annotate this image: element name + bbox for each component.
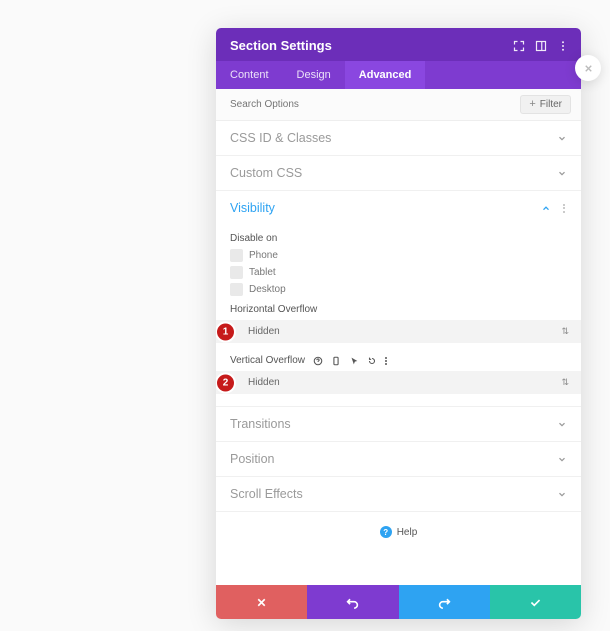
- group-head-position[interactable]: Position: [216, 442, 581, 476]
- vertical-overflow-label: Vertical Overflow: [230, 355, 305, 366]
- chevron-up-icon: [541, 203, 551, 213]
- redo-button[interactable]: [399, 585, 490, 619]
- disable-on-options: Phone Tablet Desktop: [230, 249, 567, 296]
- close-modal-button[interactable]: [575, 55, 601, 81]
- close-icon: [255, 596, 268, 609]
- group-head-visibility[interactable]: Visibility: [216, 191, 581, 225]
- expand-icon[interactable]: [513, 40, 525, 52]
- vertical-overflow-row: 2 Hidden ⇅: [216, 371, 581, 394]
- title-row: Section Settings: [216, 28, 581, 61]
- tab-content[interactable]: Content: [216, 61, 283, 89]
- group-css-id: CSS ID & Classes: [216, 121, 581, 156]
- settings-modal: Section Settings Content Design Advanced…: [216, 28, 581, 619]
- device-icon[interactable]: [331, 356, 341, 366]
- group-visibility: Visibility Disable on Phone Tablet Deskt…: [216, 191, 581, 407]
- group-name: Visibility: [230, 201, 275, 215]
- group-head-custom-css[interactable]: Custom CSS: [216, 156, 581, 190]
- callout-1: 1: [217, 323, 234, 340]
- filter-label: Filter: [540, 99, 562, 110]
- group-name: Transitions: [230, 417, 291, 431]
- visibility-body: Disable on Phone Tablet Desktop Horizont…: [216, 225, 581, 406]
- horizontal-overflow-select[interactable]: Hidden ⇅: [216, 320, 581, 343]
- tab-design[interactable]: Design: [283, 61, 345, 89]
- more-icon[interactable]: [557, 40, 569, 52]
- group-scroll-effects: Scroll Effects: [216, 477, 581, 512]
- search-input[interactable]: [230, 99, 520, 110]
- modal-body: CSS ID & Classes Custom CSS Visibility D…: [216, 121, 581, 585]
- filter-button[interactable]: + Filter: [520, 95, 571, 114]
- check-tablet[interactable]: Tablet: [230, 266, 567, 279]
- modal-header: Section Settings Content Design Advanced: [216, 28, 581, 89]
- options-toolbar: + Filter: [216, 89, 581, 121]
- group-position: Position: [216, 442, 581, 477]
- disable-on-label: Disable on: [230, 233, 567, 244]
- group-head-scroll-effects[interactable]: Scroll Effects: [216, 477, 581, 511]
- vertical-overflow-label-row: Vertical Overflow: [230, 355, 567, 366]
- callout-2: 2: [217, 374, 234, 391]
- kebab-icon[interactable]: [563, 204, 567, 213]
- select-value: Hidden: [248, 326, 280, 337]
- check-desktop[interactable]: Desktop: [230, 283, 567, 296]
- kebab-icon[interactable]: [385, 357, 387, 365]
- plus-icon: +: [529, 99, 535, 110]
- chevron-down-icon: [557, 133, 567, 143]
- checkbox-icon: [230, 249, 243, 262]
- tab-advanced[interactable]: Advanced: [345, 61, 426, 89]
- check-icon: [529, 596, 542, 609]
- help-label: Help: [397, 527, 418, 538]
- group-head-css-id[interactable]: CSS ID & Classes: [216, 121, 581, 155]
- check-phone[interactable]: Phone: [230, 249, 567, 262]
- group-transitions: Transitions: [216, 407, 581, 442]
- title-actions: [513, 40, 569, 52]
- group-name: CSS ID & Classes: [230, 131, 331, 145]
- modal-title: Section Settings: [230, 38, 332, 53]
- modal-footer: [216, 585, 581, 619]
- reset-icon[interactable]: [367, 356, 377, 366]
- chevron-down-icon: [557, 419, 567, 429]
- close-icon: [583, 63, 594, 74]
- select-value: Hidden: [248, 377, 280, 388]
- updown-icon: ⇅: [561, 326, 567, 337]
- chevron-down-icon: [557, 454, 567, 464]
- checkbox-icon: [230, 266, 243, 279]
- check-label: Phone: [249, 250, 278, 261]
- updown-icon: ⇅: [561, 377, 567, 388]
- save-button[interactable]: [490, 585, 581, 619]
- hover-icon[interactable]: [349, 356, 359, 366]
- cancel-button[interactable]: [216, 585, 307, 619]
- undo-button[interactable]: [307, 585, 398, 619]
- redo-icon: [438, 596, 451, 609]
- help-row[interactable]: ? Help: [216, 512, 581, 552]
- snap-icon[interactable]: [535, 40, 547, 52]
- group-head-actions: [541, 203, 567, 213]
- tabs: Content Design Advanced: [216, 61, 581, 89]
- group-name: Position: [230, 452, 274, 466]
- chevron-down-icon: [557, 168, 567, 178]
- group-head-transitions[interactable]: Transitions: [216, 407, 581, 441]
- group-custom-css: Custom CSS: [216, 156, 581, 191]
- group-name: Scroll Effects: [230, 487, 303, 501]
- horizontal-overflow-row: 1 Hidden ⇅: [216, 320, 581, 343]
- undo-icon: [346, 596, 359, 609]
- help-icon[interactable]: [313, 356, 323, 366]
- vertical-overflow-select[interactable]: Hidden ⇅: [216, 371, 581, 394]
- horizontal-overflow-label: Horizontal Overflow: [230, 304, 567, 315]
- check-label: Desktop: [249, 284, 286, 295]
- checkbox-icon: [230, 283, 243, 296]
- help-badge-icon: ?: [380, 526, 392, 538]
- group-name: Custom CSS: [230, 166, 302, 180]
- check-label: Tablet: [249, 267, 276, 278]
- chevron-down-icon: [557, 489, 567, 499]
